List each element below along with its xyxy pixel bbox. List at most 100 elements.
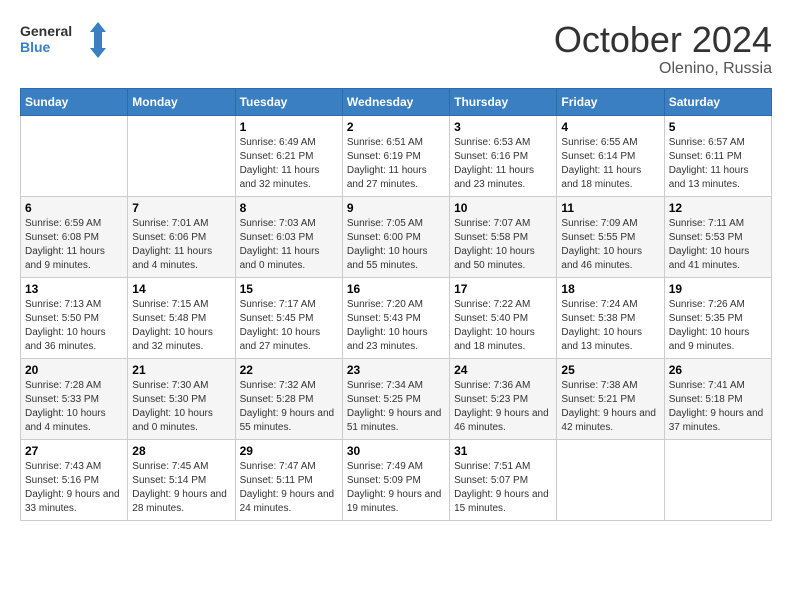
day-info: Sunrise: 7:20 AM Sunset: 5:43 PM Dayligh… — [347, 298, 445, 354]
day-cell: 4 Sunrise: 6:55 AM Sunset: 6:14 PM Daylig… — [557, 115, 664, 196]
day-number: 27 — [25, 444, 123, 458]
day-cell: 24Sunrise: 7:36 AM Sunset: 5:23 PM Dayli… — [450, 358, 557, 439]
day-number: 18 — [561, 282, 659, 296]
day-cell: 8Sunrise: 7:03 AM Sunset: 6:03 PM Daylig… — [235, 196, 342, 277]
day-cell: 1 Sunrise: 6:49 AM Sunset: 6:21 PM Daylig… — [235, 115, 342, 196]
col-header-sunday: Sunday — [21, 88, 128, 115]
day-number: 5 — [669, 120, 767, 134]
day-info: Sunrise: 7:51 AM Sunset: 5:07 PM Dayligh… — [454, 460, 552, 516]
day-number: 12 — [669, 201, 767, 215]
day-cell: 19 Sunrise: 7:26 AM Sunset: 5:35 PM Dayli… — [664, 277, 771, 358]
day-info: Sunrise: 7:32 AM Sunset: 5:28 PM Dayligh… — [240, 379, 338, 435]
day-number: 17 — [454, 282, 552, 296]
day-info: Sunrise: 7:41 AM Sunset: 5:18 PM Dayligh… — [669, 379, 767, 435]
day-cell: 12 Sunrise: 7:11 AM Sunset: 5:53 PM Dayli… — [664, 196, 771, 277]
day-number: 23 — [347, 363, 445, 377]
day-cell: 16 Sunrise: 7:20 AM Sunset: 5:43 PM Dayli… — [342, 277, 449, 358]
logo: General Blue — [20, 20, 110, 60]
day-cell: 3Sunrise: 6:53 AM Sunset: 6:16 PM Daylig… — [450, 115, 557, 196]
svg-text:Blue: Blue — [20, 39, 51, 55]
day-info: Sunrise: 7:45 AM Sunset: 5:14 PM Dayligh… — [132, 460, 230, 516]
day-cell: 10Sunrise: 7:07 AM Sunset: 5:58 PM Dayli… — [450, 196, 557, 277]
page-header: General Blue October 2024 Olenino, Russi… — [20, 20, 772, 78]
day-number: 13 — [25, 282, 123, 296]
day-info: Sunrise: 7:28 AM Sunset: 5:33 PM Dayligh… — [25, 379, 123, 435]
day-number: 28 — [132, 444, 230, 458]
title-block: October 2024 Olenino, Russia — [554, 20, 772, 78]
day-number: 26 — [669, 363, 767, 377]
day-number: 25 — [561, 363, 659, 377]
day-cell — [664, 439, 771, 520]
day-info: Sunrise: 7:22 AM Sunset: 5:40 PM Dayligh… — [454, 298, 552, 354]
day-number: 11 — [561, 201, 659, 215]
day-cell: 11 Sunrise: 7:09 AM Sunset: 5:55 PM Dayli… — [557, 196, 664, 277]
day-cell: 27Sunrise: 7:43 AM Sunset: 5:16 PM Dayli… — [21, 439, 128, 520]
header-row: SundayMondayTuesdayWednesdayThursdayFrid… — [21, 88, 772, 115]
day-info: Sunrise: 7:13 AM Sunset: 5:50 PM Dayligh… — [25, 298, 123, 354]
day-number: 29 — [240, 444, 338, 458]
week-row-1: 1 Sunrise: 6:49 AM Sunset: 6:21 PM Daylig… — [21, 115, 772, 196]
day-info: Sunrise: 7:15 AM Sunset: 5:48 PM Dayligh… — [132, 298, 230, 354]
day-info: Sunrise: 7:05 AM Sunset: 6:00 PM Dayligh… — [347, 217, 445, 273]
month-title: October 2024 — [554, 20, 772, 60]
day-cell: 30Sunrise: 7:49 AM Sunset: 5:09 PM Dayli… — [342, 439, 449, 520]
day-info: Sunrise: 6:57 AM Sunset: 6:11 PM Dayligh… — [669, 136, 767, 192]
day-info: Sunrise: 6:59 AM Sunset: 6:08 PM Dayligh… — [25, 217, 123, 273]
day-info: Sunrise: 7:36 AM Sunset: 5:23 PM Dayligh… — [454, 379, 552, 435]
day-number: 4 — [561, 120, 659, 134]
week-row-5: 27Sunrise: 7:43 AM Sunset: 5:16 PM Dayli… — [21, 439, 772, 520]
day-cell: 17 Sunrise: 7:22 AM Sunset: 5:40 PM Dayli… — [450, 277, 557, 358]
day-info: Sunrise: 7:01 AM Sunset: 6:06 PM Dayligh… — [132, 217, 230, 273]
day-number: 3 — [454, 120, 552, 134]
day-info: Sunrise: 7:30 AM Sunset: 5:30 PM Dayligh… — [132, 379, 230, 435]
day-cell: 23Sunrise: 7:34 AM Sunset: 5:25 PM Dayli… — [342, 358, 449, 439]
day-cell — [128, 115, 235, 196]
col-header-saturday: Saturday — [664, 88, 771, 115]
col-header-tuesday: Tuesday — [235, 88, 342, 115]
day-info: Sunrise: 7:09 AM Sunset: 5:55 PM Dayligh… — [561, 217, 659, 273]
day-info: Sunrise: 7:38 AM Sunset: 5:21 PM Dayligh… — [561, 379, 659, 435]
day-cell: 26 Sunrise: 7:41 AM Sunset: 5:18 PM Dayli… — [664, 358, 771, 439]
day-number: 15 — [240, 282, 338, 296]
day-cell: 18 Sunrise: 7:24 AM Sunset: 5:38 PM Dayli… — [557, 277, 664, 358]
day-number: 10 — [454, 201, 552, 215]
calendar-table: SundayMondayTuesdayWednesdayThursdayFrid… — [20, 88, 772, 521]
day-cell: 2 Sunrise: 6:51 AM Sunset: 6:19 PM Daylig… — [342, 115, 449, 196]
day-number: 19 — [669, 282, 767, 296]
day-cell: 28 Sunrise: 7:45 AM Sunset: 5:14 PM Dayli… — [128, 439, 235, 520]
day-cell: 6 Sunrise: 6:59 AM Sunset: 6:08 PM Daylig… — [21, 196, 128, 277]
day-number: 2 — [347, 120, 445, 134]
week-row-3: 13 Sunrise: 7:13 AM Sunset: 5:50 PM Dayli… — [21, 277, 772, 358]
day-number: 22 — [240, 363, 338, 377]
day-number: 16 — [347, 282, 445, 296]
day-info: Sunrise: 7:24 AM Sunset: 5:38 PM Dayligh… — [561, 298, 659, 354]
day-info: Sunrise: 6:55 AM Sunset: 6:14 PM Dayligh… — [561, 136, 659, 192]
day-cell — [21, 115, 128, 196]
logo-svg: General Blue — [20, 20, 110, 60]
day-cell: 14 Sunrise: 7:15 AM Sunset: 5:48 PM Dayli… — [128, 277, 235, 358]
col-header-thursday: Thursday — [450, 88, 557, 115]
day-info: Sunrise: 6:51 AM Sunset: 6:19 PM Dayligh… — [347, 136, 445, 192]
day-cell: 25 Sunrise: 7:38 AM Sunset: 5:21 PM Dayli… — [557, 358, 664, 439]
day-info: Sunrise: 7:26 AM Sunset: 5:35 PM Dayligh… — [669, 298, 767, 354]
day-number: 20 — [25, 363, 123, 377]
week-row-2: 6 Sunrise: 6:59 AM Sunset: 6:08 PM Daylig… — [21, 196, 772, 277]
day-number: 6 — [25, 201, 123, 215]
day-cell: 13 Sunrise: 7:13 AM Sunset: 5:50 PM Dayli… — [21, 277, 128, 358]
col-header-monday: Monday — [128, 88, 235, 115]
day-number: 1 — [240, 120, 338, 134]
day-number: 14 — [132, 282, 230, 296]
day-number: 31 — [454, 444, 552, 458]
day-info: Sunrise: 7:11 AM Sunset: 5:53 PM Dayligh… — [669, 217, 767, 273]
day-cell: 9Sunrise: 7:05 AM Sunset: 6:00 PM Daylig… — [342, 196, 449, 277]
day-info: Sunrise: 7:49 AM Sunset: 5:09 PM Dayligh… — [347, 460, 445, 516]
day-cell: 29Sunrise: 7:47 AM Sunset: 5:11 PM Dayli… — [235, 439, 342, 520]
week-row-4: 20 Sunrise: 7:28 AM Sunset: 5:33 PM Dayli… — [21, 358, 772, 439]
svg-text:General: General — [20, 23, 72, 39]
day-cell: 15Sunrise: 7:17 AM Sunset: 5:45 PM Dayli… — [235, 277, 342, 358]
day-info: Sunrise: 7:03 AM Sunset: 6:03 PM Dayligh… — [240, 217, 338, 273]
day-info: Sunrise: 6:49 AM Sunset: 6:21 PM Dayligh… — [240, 136, 338, 192]
day-cell — [557, 439, 664, 520]
day-cell: 31 Sunrise: 7:51 AM Sunset: 5:07 PM Dayli… — [450, 439, 557, 520]
location: Olenino, Russia — [554, 60, 772, 78]
